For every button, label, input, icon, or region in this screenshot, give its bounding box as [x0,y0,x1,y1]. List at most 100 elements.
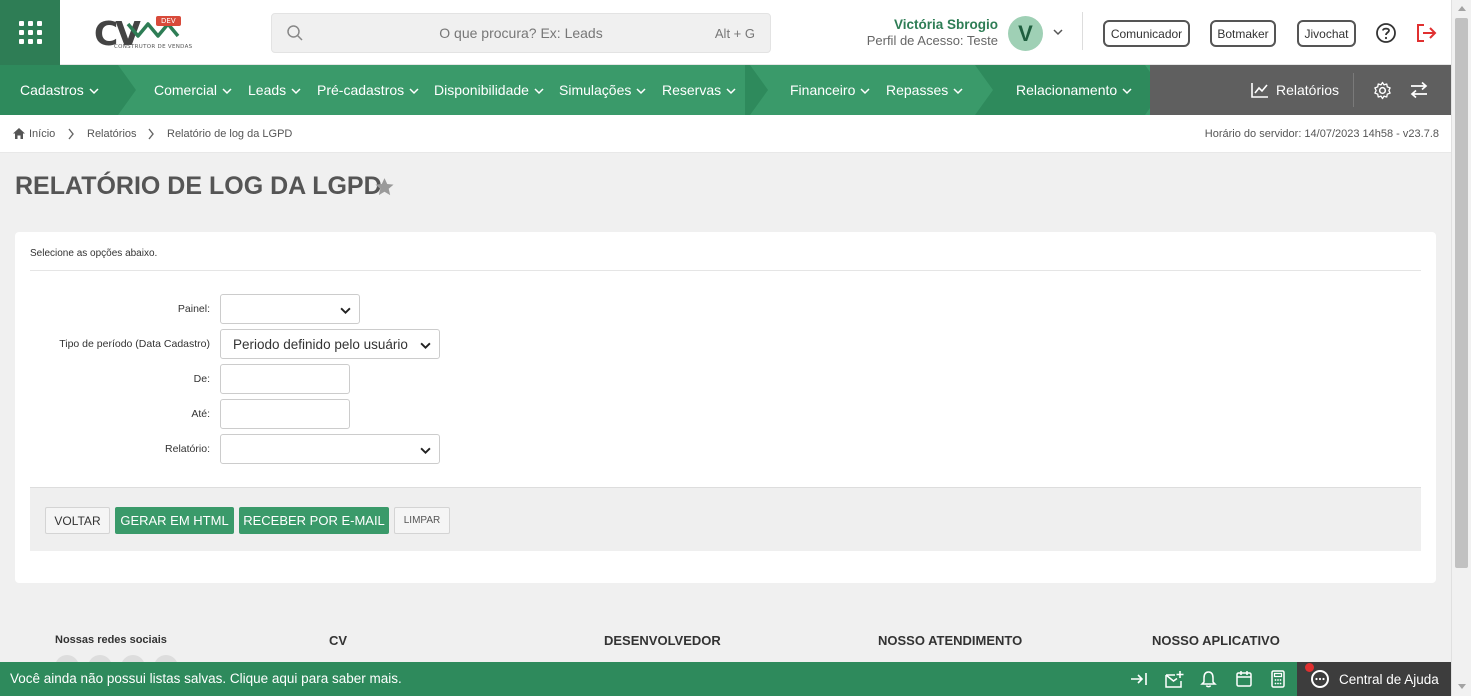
swap-arrows-icon[interactable] [1409,81,1429,99]
footer-col-desenvolvedor: DESENVOLVEDOR [604,633,721,648]
scrollbar[interactable] [1451,0,1471,696]
nav-leads[interactable]: Leads [248,65,301,115]
server-time: Horário do servidor: 14/07/2023 14h58 - … [1204,128,1439,140]
user-name: Victória Sbrogio [893,17,998,32]
search-input[interactable]: O que procura? Ex: Leads Alt + G [271,13,771,53]
avatar[interactable]: V [1008,16,1043,51]
relatorio-select[interactable] [220,434,440,464]
user-profile: Perfil de Acesso: Teste [866,33,998,48]
chevron-down-icon [1122,88,1132,95]
help-circle-icon[interactable] [1375,22,1397,44]
apps-grid-icon [18,21,42,44]
nav-label: Repasses [886,82,949,98]
chevron-down-icon [291,88,301,95]
gear-icon[interactable] [1373,81,1392,100]
nav-disponibilidade[interactable]: Disponibilidade [434,65,544,115]
nav-divider [1353,73,1354,107]
scroll-down-arrow-icon[interactable] [1458,684,1466,689]
nav-reservas[interactable]: Reservas [662,65,736,115]
nav-relacionamento[interactable]: Relacionamento [1016,65,1132,115]
nav-simulacoes[interactable]: Simulações [559,65,646,115]
chevron-right-icon [148,128,154,140]
breadcrumb-home[interactable]: Início [29,128,55,140]
nav-label: Disponibilidade [434,82,529,98]
botmaker-button[interactable]: Botmaker [1210,20,1276,47]
home-icon[interactable] [12,127,26,140]
footer-col-atendimento: NOSSO ATENDIMENTO [878,633,1023,648]
breadcrumb-relatorios[interactable]: Relatórios [87,128,137,140]
apps-menu-button[interactable] [0,0,60,65]
chevron-down-icon [953,88,963,95]
breadcrumb-current: Relatório de log da LGPD [167,128,293,140]
saved-lists-message[interactable]: Você ainda não possui listas salvas. Cli… [10,671,402,686]
chart-line-icon [1251,83,1268,98]
chat-bubble-icon [1311,670,1329,688]
top-header: CV DEV CONSTRUTOR DE VENDAS O que procur… [0,0,1451,65]
chevron-down-icon[interactable] [1052,26,1064,38]
nav-label: Comercial [154,82,218,98]
nav-label: Cadastros [20,82,84,98]
chevron-down-icon [222,88,232,95]
help-center-button[interactable]: Central de Ajuda [1297,662,1451,696]
nav-label: Reservas [662,82,722,98]
tipo-periodo-select[interactable]: Periodo definido pelo usuário [220,329,440,359]
nav-relatorios[interactable]: Relatórios [1250,65,1339,115]
nav-comercial[interactable]: Comercial [154,65,232,115]
divider [30,270,1421,271]
footer-col-aplicativo: NOSSO APLICATIVO [1152,633,1280,648]
chevron-down-icon [420,342,431,350]
notification-dot [1305,663,1314,672]
nav-cadastros[interactable]: Cadastros [20,65,99,115]
receber-email-button[interactable]: RECEBER POR E-MAIL [239,507,389,534]
breadcrumb: Início Relatórios Relatório de log da LG… [0,115,1451,153]
form-actions: VOLTAR GERAR EM HTML RECEBER POR E-MAIL … [30,487,1421,551]
chevron-down-icon [636,88,646,95]
de-label: De: [193,373,210,385]
calendar-icon[interactable] [1235,670,1253,688]
bell-icon[interactable] [1200,670,1217,688]
tipo-periodo-label: Tipo de período (Data Cadastro) [59,338,210,350]
nav-label: Relatórios [1276,82,1340,98]
logout-icon[interactable] [1414,22,1438,44]
chevron-down-icon [860,88,870,95]
chevron-down-icon [420,447,431,455]
header-divider [1082,12,1083,50]
nav-pre-cadastros[interactable]: Pré-cadastros [317,65,419,115]
logo-dev-badge: DEV [156,16,181,26]
chevron-down-icon [534,88,544,95]
logo-tagline: CONSTRUTOR DE VENDAS [114,44,193,50]
jivochat-button[interactable]: Jivochat [1297,20,1356,47]
voltar-button[interactable]: VOLTAR [45,507,110,534]
star-icon[interactable] [374,177,395,197]
de-date-input[interactable] [220,364,350,394]
nav-label: Pré-cadastros [317,82,405,98]
help-center-label: Central de Ajuda [1339,671,1439,687]
form-hint: Selecione as opções abaixo. [30,248,158,259]
gerar-html-button[interactable]: GERAR EM HTML [115,507,234,534]
nav-financeiro[interactable]: Financeiro [790,65,870,115]
painel-select[interactable] [220,294,360,324]
footer-social-title: Nossas redes sociais [55,634,167,646]
chevron-right-icon [68,128,74,140]
limpar-button[interactable]: LIMPAR [394,507,450,534]
nav-label: Simulações [559,82,632,98]
ate-label: Até: [191,408,210,420]
nav-repasses[interactable]: Repasses [886,65,963,115]
comunicador-button[interactable]: Comunicador [1103,20,1190,47]
search-placeholder: O que procura? Ex: Leads [439,25,603,41]
nav-label: Financeiro [790,82,856,98]
logo[interactable]: CV DEV CONSTRUTOR DE VENDAS [90,12,193,54]
scroll-up-arrow-icon[interactable] [1458,6,1466,11]
nav-label: Relacionamento [1016,82,1118,98]
bottom-bar: Você ainda não possui listas salvas. Cli… [0,662,1451,696]
painel-label: Painel: [177,303,210,315]
scrollbar-thumb[interactable] [1455,18,1468,568]
mail-plus-icon[interactable] [1164,670,1185,689]
ate-date-input[interactable] [220,399,350,429]
chevron-down-icon [89,88,99,95]
page-title: RELATÓRIO DE LOG DA LGPD [15,172,382,200]
calculator-icon[interactable] [1270,670,1286,688]
user-info[interactable]: Victória Sbrogio Perfil de Acesso: Teste [867,17,998,49]
nav-label: Leads [248,82,287,98]
collapse-right-icon[interactable] [1130,670,1148,688]
